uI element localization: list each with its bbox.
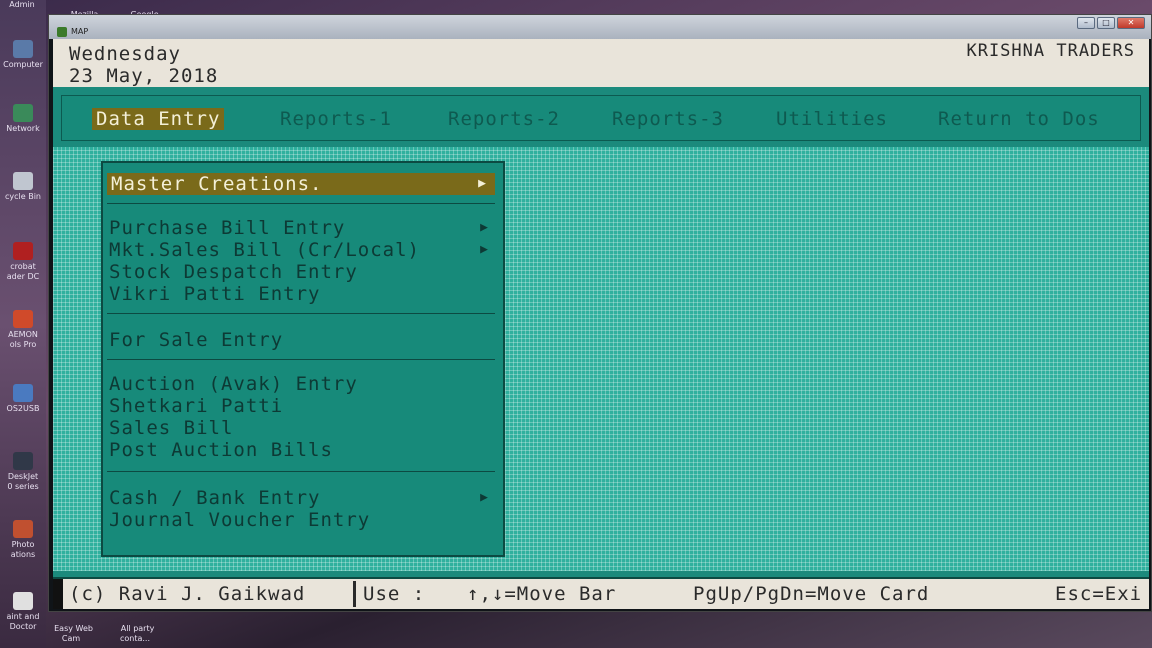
company-name: KRISHNA TRADERS (966, 41, 1135, 61)
menu-reports-2[interactable]: Reports-2 (448, 108, 560, 130)
desktop-icon-label: OS2USB (6, 404, 40, 413)
main-menu-bar: Data Entry Reports-1 Reports-2 Reports-3… (61, 95, 1141, 141)
recycle-bin-desktop-icon[interactable]: cycle Bin (0, 172, 46, 202)
app-icon (57, 27, 67, 37)
admin-desktop-icon[interactable]: Admin (4, 0, 40, 10)
status-separator (353, 581, 356, 607)
menu-item-shetkari-patti[interactable]: Shetkari Patti (109, 395, 283, 417)
desktop-icon-label: Easy Web Cam (54, 624, 93, 643)
desktop-icon-label: crobat ader DC (6, 262, 40, 281)
header-bar: Wednesday 23 May, 2018 KRISHNA TRADERS (53, 39, 1149, 87)
desktop-icon-label: Computer (3, 60, 43, 69)
desktop-icon-label: Network (6, 124, 40, 133)
exit-hint: Esc=Exi (1055, 583, 1143, 605)
menu-item-label: Cash / Bank Entry (109, 487, 321, 509)
menu-item-for-sale-entry[interactable]: For Sale Entry (109, 329, 283, 351)
computer-icon (13, 40, 33, 58)
acrobat-desktop-icon[interactable]: crobat ader DC (0, 242, 46, 282)
menu-item-journal-voucher-entry[interactable]: Journal Voucher Entry (109, 509, 370, 531)
computer-desktop-icon[interactable]: Computer (0, 40, 46, 70)
window-title: MAP (71, 27, 89, 36)
move-card-hint: PgUp/PgDn=Move Card (693, 583, 930, 605)
menu-reports-1[interactable]: Reports-1 (280, 108, 392, 130)
separator (107, 203, 495, 204)
recycle-bin-icon (13, 172, 33, 190)
menu-item-label: Purchase Bill Entry (109, 217, 346, 239)
menu-item-vikri-patti-entry[interactable]: Vikri Patti Entry (109, 283, 320, 305)
menu-data-entry[interactable]: Data Entry (92, 108, 225, 130)
menu-item-cash-bank-entry[interactable]: Cash / Bank Entry ▶ (109, 487, 497, 509)
menu-utilities[interactable]: Utilities (776, 108, 888, 130)
menu-item-auction-entry[interactable]: Auction (Avak) Entry (109, 373, 358, 395)
menu-item-mkt-sales-bill[interactable]: Mkt.Sales Bill (Cr/Local) ▶ (109, 239, 497, 261)
separator (107, 471, 495, 472)
title-bar[interactable]: MAP – □ ✕ (49, 15, 1151, 39)
separator (107, 313, 495, 314)
photo-desktop-icon[interactable]: Photo ations (0, 520, 46, 560)
status-bar: (c) Ravi J. Gaikwad Use : ↑,↓=Move Bar P… (53, 577, 1149, 609)
data-entry-dropdown: Master Creations. ▶ Purchase Bill Entry … (101, 161, 505, 557)
network-desktop-icon[interactable]: Network (0, 104, 46, 134)
minimize-button[interactable]: – (1077, 17, 1095, 29)
submenu-arrow-icon: ▶ (480, 242, 489, 257)
desktop-icon-label: DeskJet 0 series (7, 472, 39, 491)
submenu-arrow-icon: ▶ (480, 490, 489, 505)
submenu-arrow-icon: ▶ (478, 176, 487, 191)
photo-icon (13, 520, 33, 538)
paint-desktop-icon[interactable]: aint and Doctor (0, 592, 46, 632)
menu-return-to-dos[interactable]: Return to Dos (938, 108, 1100, 130)
network-icon (13, 104, 33, 122)
desktop-icon-label: Admin (9, 0, 35, 9)
menu-reports-3[interactable]: Reports-3 (612, 108, 724, 130)
desktop-icon-label: Photo ations (10, 540, 36, 559)
menu-item-purchase-bill-entry[interactable]: Purchase Bill Entry ▶ (109, 217, 497, 239)
maximize-button[interactable]: □ (1097, 17, 1115, 29)
window-controls: – □ ✕ (1077, 17, 1145, 29)
app-window: MAP – □ ✕ Wednesday 23 May, 2018 KRISHNA… (48, 14, 1152, 612)
menu-item-post-auction-bills[interactable]: Post Auction Bills (109, 439, 333, 461)
menu-item-label: Mkt.Sales Bill (Cr/Local) (109, 239, 420, 261)
os2usb-icon (13, 384, 33, 402)
menu-item-label: Master Creations. (111, 173, 323, 195)
day-label: Wednesday (69, 43, 181, 65)
paint-icon (13, 592, 33, 610)
text-cursor (53, 579, 63, 609)
printer-icon (13, 452, 33, 470)
desktop-icon-label: AEMON ols Pro (8, 330, 38, 349)
acrobat-icon (13, 242, 33, 260)
deskjet-desktop-icon[interactable]: DeskJet 0 series (0, 452, 46, 492)
date-label: 23 May, 2018 (69, 65, 219, 87)
close-button[interactable]: ✕ (1117, 17, 1145, 29)
move-bar-hint: ↑,↓=Move Bar (467, 583, 617, 605)
dos-screen: Wednesday 23 May, 2018 KRISHNA TRADERS D… (53, 39, 1149, 609)
os2usb-desktop-icon[interactable]: OS2USB (0, 384, 46, 414)
all-party-desktop-icon[interactable]: All party conta... (110, 614, 160, 644)
menu-item-stock-despatch-entry[interactable]: Stock Despatch Entry (109, 261, 358, 283)
daemon-tools-desktop-icon[interactable]: AEMON ols Pro (0, 310, 46, 350)
easy-web-cam-desktop-icon[interactable]: Easy Web Cam (46, 614, 96, 644)
desktop-icon-label: cycle Bin (5, 192, 41, 201)
submenu-arrow-icon: ▶ (480, 220, 489, 235)
menu-item-sales-bill[interactable]: Sales Bill (109, 417, 233, 439)
use-label: Use : (363, 583, 426, 605)
desktop-icon-label: All party conta... (119, 624, 155, 643)
daemon-tools-icon (13, 310, 33, 328)
separator (107, 359, 495, 360)
copyright-text: (c) Ravi J. Gaikwad (69, 583, 306, 605)
desktop-icon-label: aint and Doctor (6, 612, 40, 631)
desktop-icon-column: Computer Network cycle Bin crobat ader D… (0, 0, 46, 648)
menu-item-master-creations[interactable]: Master Creations. ▶ (107, 173, 495, 195)
